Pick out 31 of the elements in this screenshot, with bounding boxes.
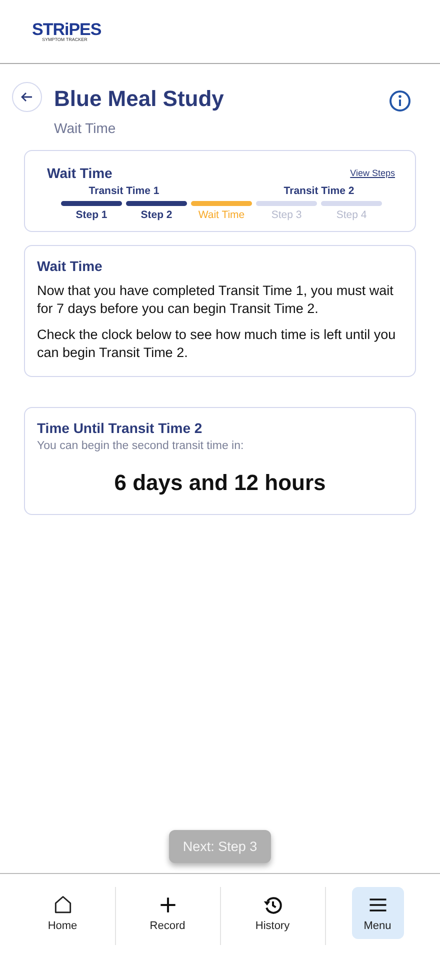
progress-segment [126,201,187,206]
progress-segment [61,201,122,206]
view-steps-link[interactable]: View Steps [350,168,395,178]
nav-item[interactable]: History [246,887,298,939]
step-label: Step 3 [271,209,302,221]
progress-segment [256,201,317,206]
body-text: Check the clock below to see how much time is left until you can begin Transit Time 2. [37,326,397,362]
progress-segment [191,201,252,206]
back-button[interactable] [12,82,42,112]
nav-item[interactable]: Menu [352,887,404,939]
arrow-left-icon [20,90,34,104]
step-label: Step 1 [76,209,108,221]
card-title: Time Until Transit Time 2 [37,420,204,436]
step-label: Step 2 [140,209,172,221]
countdown-value: 6 days and 12 hours [113,470,327,496]
page-title: Blue Meal Study [54,86,225,112]
logo-name: STRiPES [32,20,102,38]
nav-item[interactable]: Home [36,887,88,939]
progress-segment [321,201,382,206]
phase-label: Transit Time 1 [88,185,160,199]
caption: You can begin the second transit time in: [37,440,245,452]
body-text: Now that you have completed Transit Time 1, you must wait for 7 days before you can begin Transit Time 2. [37,282,394,318]
info-icon[interactable] [389,90,411,112]
history-icon [262,894,284,916]
step-label: Wait Time [198,209,245,221]
phase-label: Transit Time 2 [284,185,354,199]
page-subtitle: Wait Time [54,120,117,136]
card-title: Wait Time [37,258,104,274]
step-label: Step 4 [336,209,367,221]
card-title: Wait Time [47,165,112,181]
nav-item[interactable]: Record [142,887,194,939]
